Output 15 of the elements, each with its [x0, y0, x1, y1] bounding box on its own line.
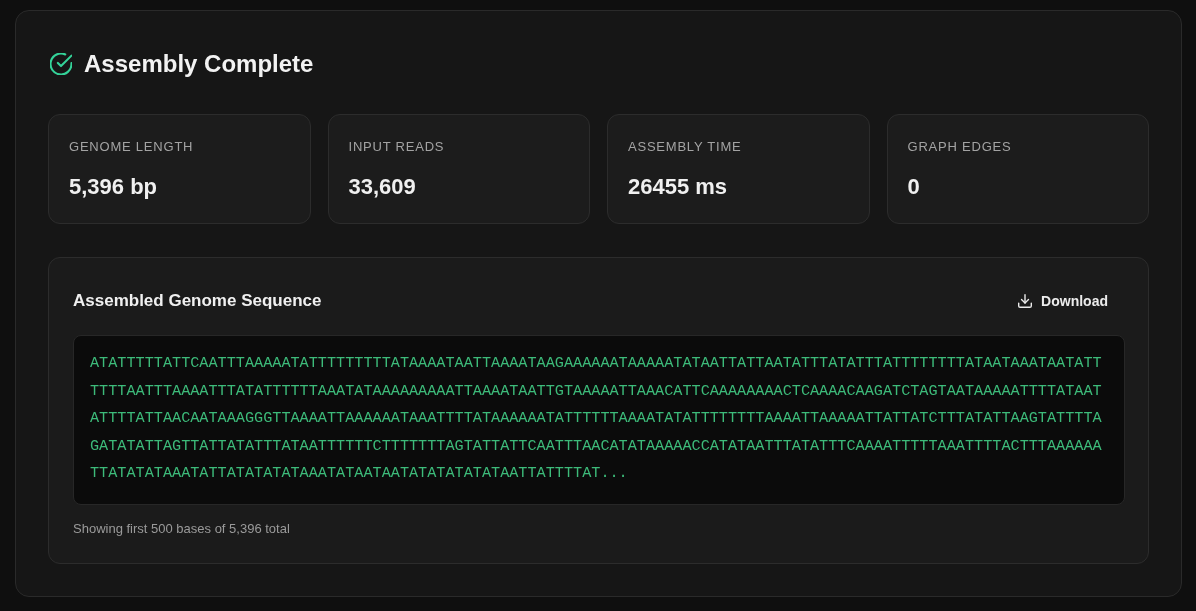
stat-value: 26455 ms [628, 173, 728, 201]
stat-label: GRAPH EDGES [907, 139, 1012, 155]
stat-value: 5,396 bp [69, 173, 158, 201]
download-icon [1018, 294, 1033, 308]
sequence-text: ATATTTTTATTCAATTTAAAAATATTTTTTTTTATAAAATAATTAAAATAAGAAAAAATAAAAATATAATTATTAATATTTATATTTATTTTTTTTATAATAAATAATATTTTTTAATTTAAAATTTATATTTTTTAAATATAAAAAAAAATTAAAATAATTGTAAAAATTAAACATTCAAAAAAAACTCAAAACAAGATCTAGTAATAAAAATTTTATAATATTTTATTAACAATAAAGGGTTAAAATTAAAAAATAAATTTTATAAAAAATATTTTTTAAAATATATTTTTTTTAAAATTAAAAATTATTATCTTTATATTAAGTATTTTAGATATATTAGTTATTATATTTATAATTTTTTCTTTTTTTAGTATTATTCAATTTAACATATAAAAACCATATAATTTATATTTCAAAATTTTTAAATTTTACTTTAAAAAATTATATATAAATATTATATATATAAATATAATAATATATATATATAATTATTTTAT... [90, 353, 1103, 484]
stat-label: ASSEMBLY TIME [628, 139, 742, 155]
stat-value: 0 [907, 173, 920, 201]
panel-title: Assembled Genome Sequence [73, 290, 322, 312]
check-circle-icon [50, 53, 72, 75]
sequence-footnote: Showing first 500 bases of 5,396 total [73, 521, 290, 537]
stat-label: GENOME LENGTH [69, 139, 194, 155]
page-title: Assembly Complete [84, 49, 314, 79]
stat-label: INPUT READS [348, 139, 445, 155]
download-button[interactable]: Download [1008, 285, 1124, 317]
stat-value: 33,609 [348, 173, 416, 201]
